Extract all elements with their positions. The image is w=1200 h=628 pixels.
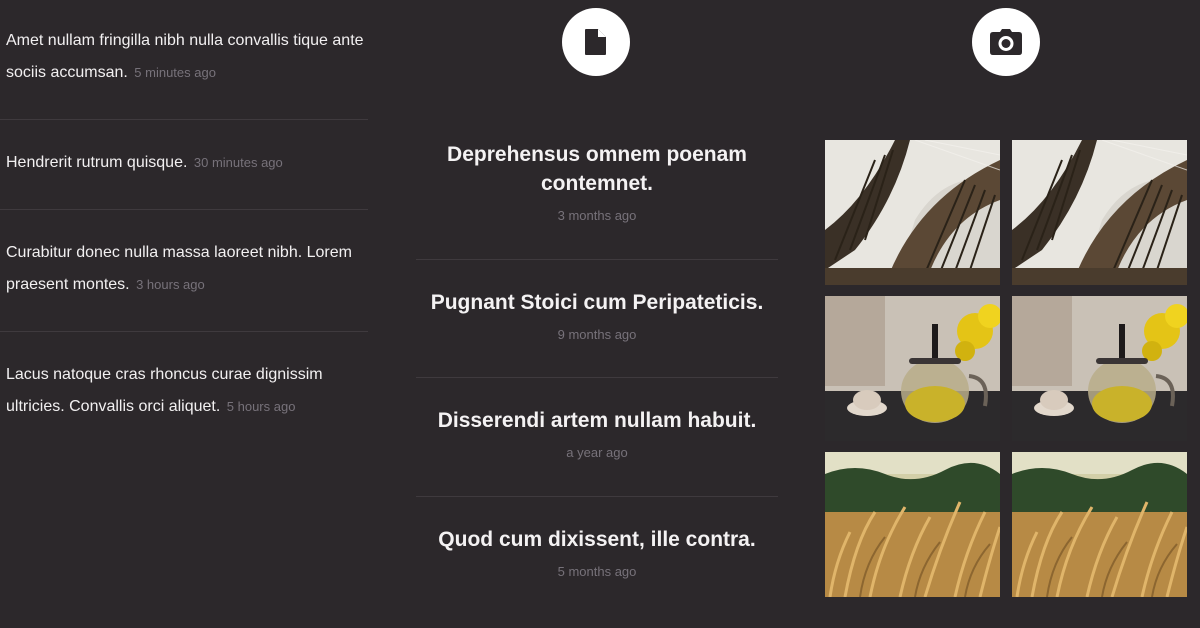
- post-item[interactable]: Deprehensus omnem poenam contemnet. 3 mo…: [416, 140, 778, 260]
- page: Amet nullam fringilla nibh nulla convall…: [0, 0, 1200, 628]
- post-title[interactable]: Disserendi artem nullam habuit.: [416, 406, 778, 435]
- post-item[interactable]: Pugnant Stoici cum Peripateticis. 9 mont…: [416, 260, 778, 378]
- comment-timestamp: 3 hours ago: [136, 277, 205, 292]
- photo-thumbnail-library[interactable]: [825, 140, 1000, 285]
- post-timestamp: a year ago: [566, 445, 628, 460]
- comment-item[interactable]: Curabitur donec nulla massa laoreet nibh…: [0, 210, 368, 332]
- comment-timestamp: 30 minutes ago: [193, 155, 283, 170]
- photo-grid: [825, 140, 1187, 597]
- posts-section-header: [562, 8, 630, 76]
- photo-thumbnail-teapot[interactable]: [825, 296, 1000, 441]
- comment-timestamp: 5 minutes ago: [134, 65, 216, 80]
- document-icon: [562, 8, 630, 76]
- photo-thumbnail-wheat-field[interactable]: [825, 452, 1000, 597]
- post-timestamp: 9 months ago: [557, 327, 637, 342]
- post-timestamp: 5 months ago: [557, 564, 637, 579]
- comments-column: Amet nullam fringilla nibh nulla convall…: [0, 0, 368, 452]
- camera-icon: [972, 8, 1040, 76]
- comment-item[interactable]: Hendrerit rutrum quisque. 30 minutes ago: [0, 120, 368, 210]
- comment-text: Hendrerit rutrum quisque. 30 minutes ago: [6, 147, 368, 179]
- post-item[interactable]: Quod cum dixissent, ille contra. 5 month…: [416, 497, 778, 607]
- comment-text: Lacus natoque cras rhoncus curae digniss…: [6, 359, 368, 423]
- post-title[interactable]: Quod cum dixissent, ille contra.: [416, 525, 778, 554]
- comment-body: Hendrerit rutrum quisque.: [6, 154, 188, 171]
- comment-timestamp: 5 hours ago: [226, 399, 296, 414]
- comment-item[interactable]: Amet nullam fringilla nibh nulla convall…: [0, 0, 368, 120]
- photo-thumbnail-library[interactable]: [1012, 140, 1187, 285]
- post-title[interactable]: Deprehensus omnem poenam contemnet.: [416, 140, 778, 198]
- post-title[interactable]: Pugnant Stoici cum Peripateticis.: [416, 288, 778, 317]
- post-item[interactable]: Disserendi artem nullam habuit. a year a…: [416, 378, 778, 497]
- comment-text: Amet nullam fringilla nibh nulla convall…: [6, 25, 368, 89]
- post-timestamp: 3 months ago: [557, 208, 637, 223]
- comment-text: Curabitur donec nulla massa laoreet nibh…: [6, 237, 368, 301]
- comment-item[interactable]: Lacus natoque cras rhoncus curae digniss…: [0, 332, 368, 452]
- photo-thumbnail-teapot[interactable]: [1012, 296, 1187, 441]
- photo-thumbnail-wheat-field[interactable]: [1012, 452, 1187, 597]
- photos-section-header: [972, 8, 1040, 76]
